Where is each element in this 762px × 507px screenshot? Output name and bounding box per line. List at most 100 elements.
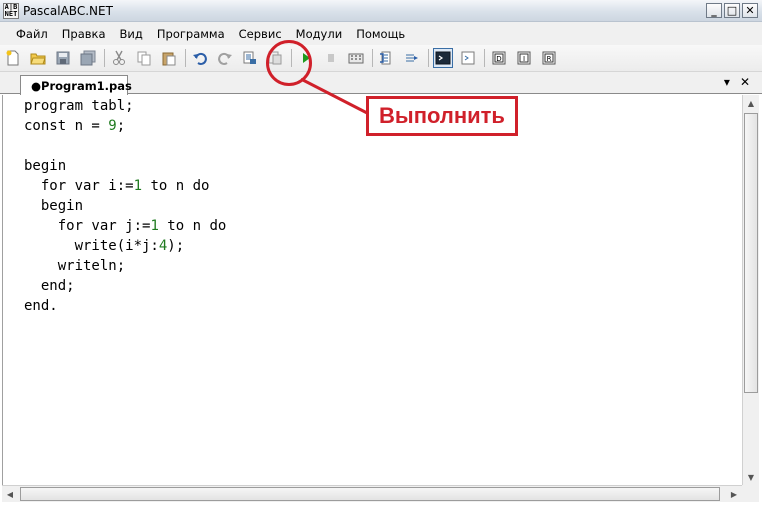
open-file-button[interactable] <box>28 48 48 68</box>
toolbar-separator <box>428 49 429 67</box>
scroll-right-icon[interactable]: ▶ <box>726 486 742 502</box>
code-line[interactable]: for var i:=1 to n do <box>24 176 226 196</box>
undo-button[interactable] <box>190 48 210 68</box>
cut-button[interactable] <box>109 48 129 68</box>
immediate-window-icon <box>461 51 475 65</box>
code-token: program tabl; <box>24 98 134 114</box>
menu-program[interactable]: Программа <box>150 27 232 41</box>
scroll-up-icon[interactable]: ▲ <box>743 95 759 111</box>
find-button[interactable] <box>240 48 260 68</box>
debug-run-icon: R <box>542 51 556 65</box>
menu-modules[interactable]: Модули <box>289 27 350 41</box>
compile-button[interactable] <box>346 48 366 68</box>
tab-list-dropdown-icon[interactable]: ▾ <box>724 75 730 89</box>
code-token: write(i*j: <box>24 238 159 254</box>
new-file-button[interactable] <box>3 48 23 68</box>
redo-icon <box>218 52 232 65</box>
title-bar: A|B NET PascalABC.NET _ □ ✕ <box>0 0 762 22</box>
code-line[interactable] <box>24 136 226 156</box>
stop-button[interactable] <box>321 48 341 68</box>
code-token: writeln; <box>24 258 126 274</box>
horizontal-scrollbar[interactable]: ◀ ▶ <box>2 485 742 502</box>
code-line[interactable]: for var j:=1 to n do <box>24 216 227 236</box>
maximize-button[interactable]: □ <box>724 3 740 18</box>
copy-button[interactable] <box>134 48 154 68</box>
window-controls: _ □ ✕ <box>706 3 758 18</box>
paste-icon <box>162 52 176 66</box>
debug-run-button[interactable]: R <box>539 48 559 68</box>
code-token: to n do <box>158 218 227 234</box>
scroll-left-icon[interactable]: ◀ <box>2 486 18 502</box>
code-line[interactable]: program tabl; <box>24 96 226 116</box>
toolbar-separator <box>104 49 105 67</box>
debug-stop-icon: D <box>492 51 506 65</box>
close-button[interactable]: ✕ <box>742 3 758 18</box>
code-token: ); <box>167 238 185 254</box>
scroll-down-icon[interactable]: ▼ <box>743 469 759 485</box>
tab-close-icon[interactable]: ✕ <box>740 75 750 89</box>
svg-text:R: R <box>547 55 552 63</box>
toolbar-separator <box>185 49 186 67</box>
code-line[interactable]: end; <box>24 276 226 296</box>
code-editor[interactable]: program tabl; const n = 9; begin for var i… <box>2 95 742 485</box>
svg-text:D: D <box>496 55 501 63</box>
save-button[interactable] <box>53 48 73 68</box>
number-literal: 1 <box>133 178 143 194</box>
tab-program1[interactable]: ●Program1.pas <box>20 75 132 95</box>
output-window-icon <box>435 51 451 65</box>
code-line[interactable]: const n = 9; <box>24 116 226 136</box>
code-token: ; <box>116 118 126 134</box>
menu-view[interactable]: Вид <box>113 27 150 41</box>
code-line[interactable]: begin <box>24 156 226 176</box>
code-text[interactable]: program tabl; const n = 9; begin for var i… <box>24 96 226 316</box>
menu-service[interactable]: Сервис <box>232 27 289 41</box>
tab-strip: ●Program1.pas ▾ ✕ <box>0 72 762 95</box>
horizontal-scroll-thumb[interactable] <box>20 487 720 501</box>
paste-button[interactable] <box>159 48 179 68</box>
app-logo-icon: A|B NET <box>3 3 19 19</box>
toolbar-separator <box>484 49 485 67</box>
code-line[interactable]: end. <box>24 296 226 316</box>
step-into-icon <box>406 54 418 62</box>
code-line[interactable]: begin <box>24 196 226 216</box>
window-title: PascalABC.NET <box>23 4 113 18</box>
tab-controls: ▾ ✕ <box>724 75 750 89</box>
step-over-icon <box>380 51 391 65</box>
vertical-scrollbar[interactable]: ▲ ▼ <box>742 95 759 485</box>
save-all-button[interactable] <box>78 48 98 68</box>
step-over-button[interactable] <box>377 48 397 68</box>
toolbar-separator <box>372 49 373 67</box>
save-icon <box>56 51 70 65</box>
minimize-button[interactable]: _ <box>706 3 722 18</box>
menu-file[interactable]: Файл <box>9 27 55 41</box>
find-icon <box>243 51 256 64</box>
editor-gutter <box>3 95 21 485</box>
cut-icon <box>113 50 125 65</box>
number-literal: 1 <box>150 218 159 234</box>
menu-help[interactable]: Помощь <box>349 27 412 41</box>
debug-into-icon: I <box>517 51 531 65</box>
menu-edit[interactable]: Правка <box>55 27 113 41</box>
debug-into-button[interactable]: I <box>514 48 534 68</box>
code-token: end; <box>24 278 75 294</box>
step-into-button[interactable] <box>402 48 422 68</box>
code-line[interactable]: write(i*j:4); <box>24 236 226 256</box>
scrollbar-corner <box>742 485 759 502</box>
output-window-button[interactable] <box>433 48 453 68</box>
undo-icon <box>193 52 207 65</box>
number-literal: 9 <box>108 118 117 134</box>
vertical-scroll-thumb[interactable] <box>744 113 758 393</box>
code-token: begin <box>24 158 67 174</box>
toolbar: D I R <box>0 45 762 72</box>
svg-text:I: I <box>523 55 525 63</box>
code-line[interactable]: writeln; <box>24 256 226 276</box>
debug-stop-button[interactable]: D <box>489 48 509 68</box>
stop-icon <box>328 54 334 62</box>
immediate-window-button[interactable] <box>458 48 478 68</box>
code-token: end. <box>24 298 58 314</box>
annotation-callout: Выполнить <box>366 96 518 136</box>
compile-icon <box>348 53 364 64</box>
code-token: for var j:= <box>24 218 151 234</box>
annotation-pointer-line <box>300 78 372 117</box>
redo-button[interactable] <box>215 48 235 68</box>
